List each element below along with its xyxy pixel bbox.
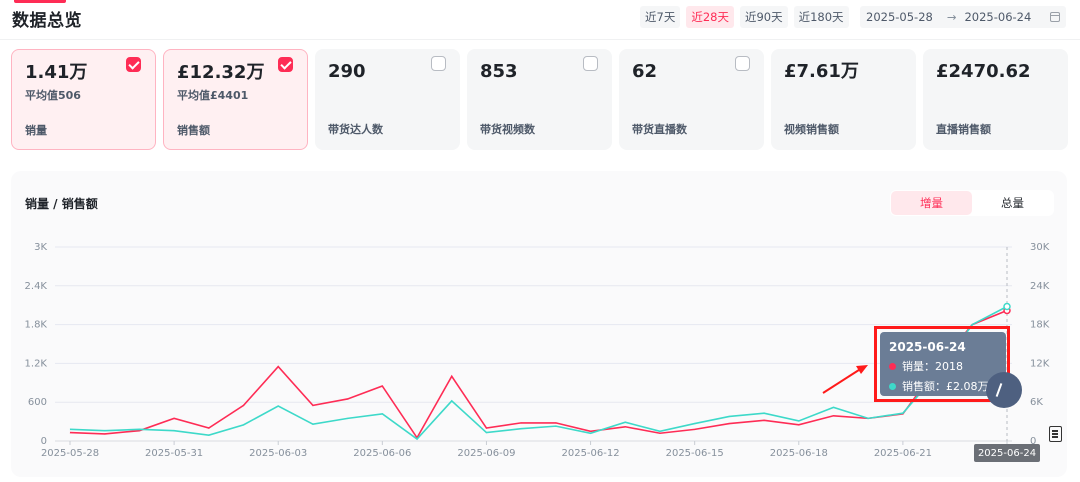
data-overview-page: 数据总览 近7天 近28天 近90天 近180天 2025-05-28 → 2025-… — [0, 0, 1080, 482]
header-divider — [0, 39, 1080, 40]
metric-label: 带货视频数 — [480, 123, 535, 136]
document-icon[interactable] — [1049, 426, 1062, 442]
x-tick-label: 2025-06-03 — [249, 448, 307, 459]
chart-title: 销量 / 销售额 — [25, 197, 98, 211]
metric-card[interactable]: 290 带货达人数 — [315, 49, 460, 150]
metric-value: 290 — [328, 61, 366, 82]
metric-checkbox[interactable] — [431, 56, 446, 71]
metric-card[interactable]: 62 带货直播数 — [619, 49, 764, 150]
date-range-end: 2025-06-24 — [964, 10, 1032, 24]
annotation-arrow — [822, 367, 863, 394]
range-button[interactable]: 近90天 — [739, 6, 788, 28]
x-tick-label: 2025-06-15 — [666, 448, 724, 459]
x-tick-label: 2025-06-18 — [770, 448, 828, 459]
y-left-tick-label: 1.8K — [25, 320, 48, 331]
metric-checkbox[interactable] — [126, 57, 141, 72]
metric-checkbox[interactable] — [278, 57, 293, 72]
metric-checkbox[interactable] — [583, 56, 598, 71]
page-title: 数据总览 — [12, 11, 82, 31]
range-button[interactable]: 近7天 — [640, 6, 681, 28]
toggle-increment[interactable]: 增量 — [891, 191, 972, 215]
metric-label: 视频销售额 — [784, 123, 839, 136]
metric-label: 销售额 — [177, 124, 210, 137]
data-point — [1003, 302, 1011, 311]
series-line — [69, 309, 1008, 440]
x-tick-label: 2025-06-21 — [874, 448, 932, 459]
series-line — [69, 305, 1008, 441]
y-right-tick-label: 18K — [1030, 320, 1050, 331]
x-tick-label: 2025-06-09 — [457, 448, 515, 459]
metric-cards: 1.41万平均值506 销量 £12.32万平均值£4401 销售额 290 带货达人数 8… — [11, 49, 1068, 150]
y-right-tick-label: 30K — [1030, 242, 1050, 253]
metric-value: 62 — [632, 61, 658, 82]
metric-label: 带货达人数 — [328, 123, 383, 136]
date-range-arrow: → — [946, 10, 957, 24]
annotation-arrow-head — [856, 365, 868, 374]
y-left-tick-label: 1.2K — [25, 358, 48, 369]
metric-value: 1.41万 — [25, 62, 88, 83]
chart-mode-toggle: 增量 总量 — [890, 190, 1054, 216]
metric-card[interactable]: £7.61万视频销售额 — [771, 49, 916, 150]
x-tick-label: 2025-05-28 — [41, 448, 99, 459]
range-button[interactable]: 近180天 — [793, 6, 849, 28]
calendar-icon[interactable] — [1050, 12, 1060, 22]
metric-average: 平均值£4401 — [177, 89, 249, 102]
y-right-tick-label: 24K — [1030, 281, 1050, 292]
x-tick-label: 2025-06-12 — [561, 448, 619, 459]
metric-value: 853 — [480, 61, 518, 82]
x-tick-label: 2025-06-06 — [353, 448, 411, 459]
metric-card[interactable]: £12.32万平均值£4401 销售额 — [163, 49, 308, 150]
range-selector: 近7天 近28天 近90天 近180天 — [640, 6, 849, 28]
date-range-start: 2025-05-28 — [866, 10, 933, 24]
y-right-tick-label: 6K — [1030, 397, 1043, 408]
y-left-tick-label: 2.4K — [25, 281, 48, 292]
y-left-tick-label: 600 — [28, 397, 47, 408]
floating-edit-button[interactable] — [986, 372, 1022, 408]
metric-value: £7.61万 — [784, 61, 859, 82]
metric-card[interactable]: 853 带货视频数 — [467, 49, 612, 150]
metric-label: 直播销售额 — [936, 123, 991, 136]
range-button[interactable]: 近28天 — [686, 6, 734, 28]
y-right-tick-label: 12K — [1030, 358, 1050, 369]
x-axis-highlight-label: 2025-06-24 — [974, 444, 1040, 462]
metric-average: 平均值506 — [25, 89, 81, 102]
metric-checkbox[interactable] — [735, 56, 750, 71]
x-tick-label: 2025-05-31 — [145, 448, 203, 459]
date-range-picker[interactable]: 2025-05-28 → 2025-06-24 — [860, 6, 1066, 28]
metric-value: £2470.62 — [936, 61, 1031, 82]
y-left-tick-label: 0 — [41, 436, 47, 447]
metric-label: 带货直播数 — [632, 123, 687, 136]
toggle-total[interactable]: 总量 — [972, 191, 1053, 215]
metric-value: £12.32万 — [177, 62, 265, 83]
title-accent-bar — [14, 0, 66, 3]
metric-label: 销量 — [25, 124, 47, 137]
y-left-tick-label: 3K — [34, 242, 47, 253]
metric-card[interactable]: £2470.62 直播销售额 — [923, 49, 1068, 150]
metric-card[interactable]: 1.41万平均值506 销量 — [11, 49, 156, 150]
